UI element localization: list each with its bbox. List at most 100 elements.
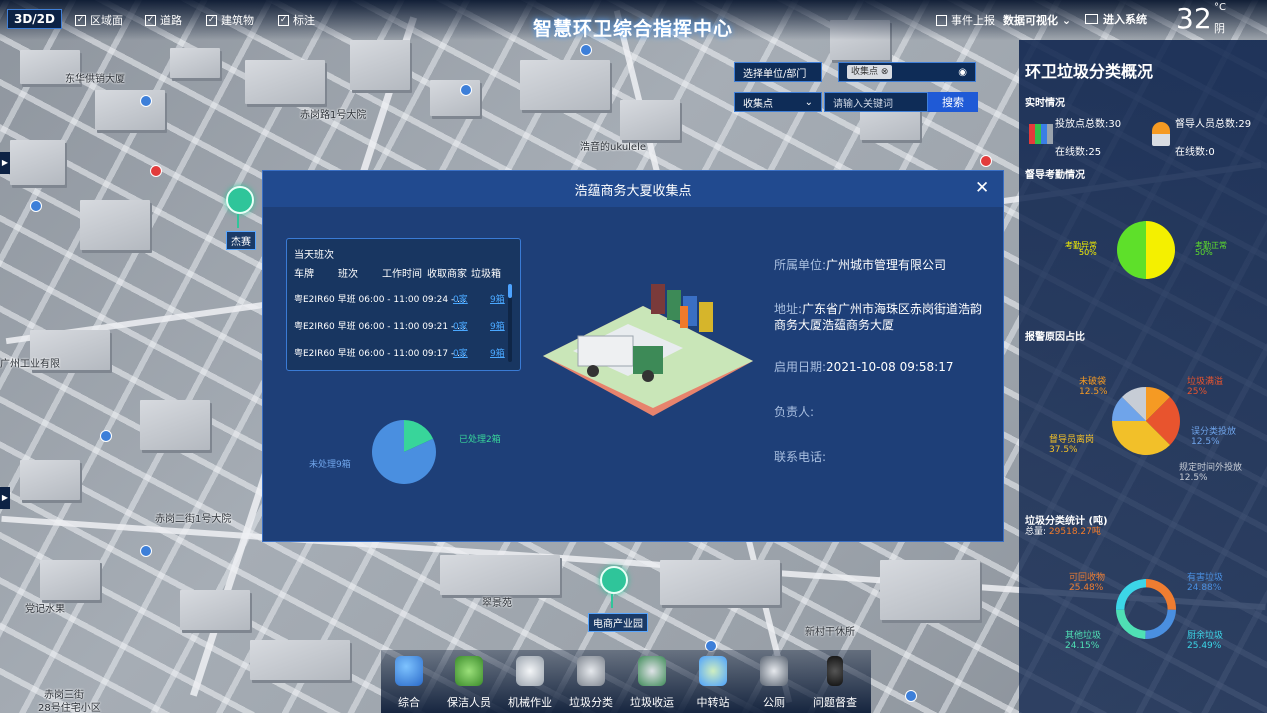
poi-pin[interactable] xyxy=(980,155,992,167)
online-count-2: 在线数:0 xyxy=(1175,147,1215,158)
category-select[interactable]: 收集点 ⌄ xyxy=(734,92,822,112)
temperature-value: 32 xyxy=(1176,2,1212,35)
poi-pin[interactable] xyxy=(905,690,917,702)
bins-link[interactable]: 9箱 xyxy=(490,319,505,332)
alarm-label-4: 规定时间外投放 12.5% xyxy=(1179,463,1243,483)
owner-info: 负责人: xyxy=(774,405,815,419)
realtime-title: 实时情况 xyxy=(1025,98,1065,109)
scrollbar-thumb[interactable] xyxy=(508,284,512,298)
checkbox-checked-icon[interactable]: ✓ xyxy=(206,14,217,26)
pie-slice-考勤正常 xyxy=(1117,221,1146,279)
checkbox-checked-icon[interactable]: ✓ xyxy=(278,14,289,26)
checkbox-checked-icon[interactable]: ✓ xyxy=(75,14,86,26)
table-row[interactable]: 粤E2IR60 早班 06:00 - 11:00 09:21 - ... xyxy=(294,319,466,332)
nav-toilet[interactable]: 公厕 xyxy=(746,650,802,713)
att-normal-pct: 50% xyxy=(1195,248,1213,257)
poi-pin[interactable] xyxy=(100,430,112,442)
phone-info: 联系电话: xyxy=(774,450,827,464)
pie-slice-考勤异常 xyxy=(1146,221,1175,279)
collection-point-dialog: 浩蕴商务大夏收集点 ✕ 当天班次 车牌 班次 工作时间 收取商家 垃圾箱 粤E2… xyxy=(262,170,1004,542)
collection-point-marker[interactable] xyxy=(600,566,628,608)
event-report-checkbox[interactable]: 事件上报 xyxy=(936,12,995,28)
layer-checkbox-region[interactable]: ✓ 区域面 xyxy=(75,12,123,28)
attendance-pie xyxy=(1117,221,1175,279)
data-viz-dropdown[interactable]: 数据可视化 ⌄ xyxy=(1003,12,1071,28)
bins-link[interactable]: 9箱 xyxy=(490,292,505,305)
nav-collection[interactable]: 垃圾收运 xyxy=(624,650,680,713)
poi-pin[interactable] xyxy=(140,95,152,107)
merchants-link[interactable]: 0家 xyxy=(453,346,468,359)
layer-checkbox-road[interactable]: ✓ 道路 xyxy=(145,12,182,28)
alarm-label-2: 督导员离岗 37.5% xyxy=(1049,435,1095,455)
layer-checkbox-label[interactable]: ✓ 标注 xyxy=(278,12,315,28)
layer-checkbox-building[interactable]: ✓ 建筑物 xyxy=(206,12,254,28)
nav-sorting[interactable]: 垃圾分类 xyxy=(563,650,619,713)
close-icon[interactable]: ✕ xyxy=(975,178,989,198)
dropdown-icon[interactable]: ◉ xyxy=(958,67,967,78)
cleaner-icon xyxy=(455,656,483,686)
pie-slice-有害垃圾 xyxy=(1145,609,1176,639)
bins-link[interactable]: 9箱 xyxy=(490,346,505,359)
alarm-label-1: 垃圾满溢 25% xyxy=(1187,377,1224,397)
checkbox-icon[interactable] xyxy=(936,14,947,26)
table-row[interactable]: 粤E2IR60 早班 06:00 - 11:00 09:17 - ... xyxy=(294,346,466,359)
enter-system-button[interactable]: 进入系统 xyxy=(1085,11,1147,27)
map-label: 东华供销大厦 xyxy=(65,74,125,85)
pie-slice-厨余垃圾 xyxy=(1116,579,1146,610)
bottom-nav: 综合 保洁人员 机械作业 垃圾分类 垃圾收运 中转站 公厕 问题督查 xyxy=(381,650,871,713)
keyword-input[interactable]: 请输入关键词 xyxy=(824,92,928,112)
search-button[interactable]: 搜索 xyxy=(928,92,978,112)
globe-icon xyxy=(395,656,423,686)
nav-inspection[interactable]: 问题督查 xyxy=(807,650,863,713)
drop-points-count: 投放点总数:30 xyxy=(1055,119,1122,130)
stats-total: 总量: 29518.27吨 xyxy=(1025,527,1101,537)
toilet-icon xyxy=(760,656,788,686)
map-label: 赤岗路1号大院 xyxy=(300,110,367,121)
start-date-info: 启用日期:2021-10-08 09:58:17 xyxy=(774,360,954,374)
nav-transfer[interactable]: 中转站 xyxy=(685,650,741,713)
panel-title: 环卫垃圾分类概况 xyxy=(1025,62,1154,81)
alarm-title: 报警原因占比 xyxy=(1025,332,1085,343)
unprocessed-label: 未处理9箱 xyxy=(309,460,351,470)
poi-pin[interactable] xyxy=(580,44,592,56)
tag-chip[interactable]: 收集点 ⊗ xyxy=(847,65,893,79)
collection-point-marker[interactable] xyxy=(226,186,254,228)
poi-pin[interactable] xyxy=(150,165,162,177)
col-header: 收取商家 xyxy=(427,269,467,280)
tag-field[interactable]: 收集点 ⊗ ◉ xyxy=(838,62,976,82)
nav-overview[interactable]: 综合 xyxy=(381,650,437,713)
merchants-link[interactable]: 0家 xyxy=(453,319,468,332)
stats-label-2: 其他垃圾 24.15% xyxy=(1065,631,1102,651)
alarm-label-3: 误分类投放 12.5% xyxy=(1191,427,1237,447)
att-abnormal-pct: 50% xyxy=(1079,248,1097,257)
pie-slice-其他垃圾 xyxy=(1116,609,1146,639)
nav-machinery[interactable]: 机械作业 xyxy=(502,650,558,713)
stats-label-3: 厨余垃圾 25.49% xyxy=(1187,631,1224,651)
left-expand-arrow[interactable]: ▶ xyxy=(0,487,10,509)
col-header: 车牌 xyxy=(294,269,314,280)
merchants-link[interactable]: 0家 xyxy=(453,292,468,305)
dialog-title: 浩蕴商务大夏收集点 xyxy=(574,184,692,199)
unit-info: 所属单位:广州城市管理有限公司 xyxy=(774,258,947,272)
view-mode-toggle[interactable]: 3D/2D xyxy=(7,9,62,29)
map-label: 翠景苑 xyxy=(482,598,512,609)
unit-select[interactable]: 选择单位/部门 xyxy=(734,62,822,82)
poi-pin[interactable] xyxy=(460,84,472,96)
map-label: 党记水果 xyxy=(25,604,65,615)
table-row[interactable]: 粤E2IR60 早班 06:00 - 11:00 09:24 - ... xyxy=(294,292,466,305)
stats-label-0: 可回收物 25.48% xyxy=(1069,573,1106,593)
alarm-pie xyxy=(1112,387,1180,455)
map-label: 广州工业有限 xyxy=(0,359,60,370)
walkie-talkie-icon xyxy=(827,656,843,686)
left-expand-arrow[interactable]: ▶ xyxy=(0,152,10,174)
poi-pin[interactable] xyxy=(30,200,42,212)
map-label: 赤岗二街1号大院 xyxy=(155,514,232,525)
checkbox-checked-icon[interactable]: ✓ xyxy=(145,14,156,26)
station-icon xyxy=(699,656,727,686)
poi-pin[interactable] xyxy=(140,545,152,557)
sweeper-icon xyxy=(516,656,544,686)
chevron-down-icon: ⌄ xyxy=(804,96,813,108)
weather-status: 阴 xyxy=(1214,22,1225,35)
marker-label: 电商产业园 xyxy=(588,613,648,632)
nav-cleaners[interactable]: 保洁人员 xyxy=(441,650,497,713)
